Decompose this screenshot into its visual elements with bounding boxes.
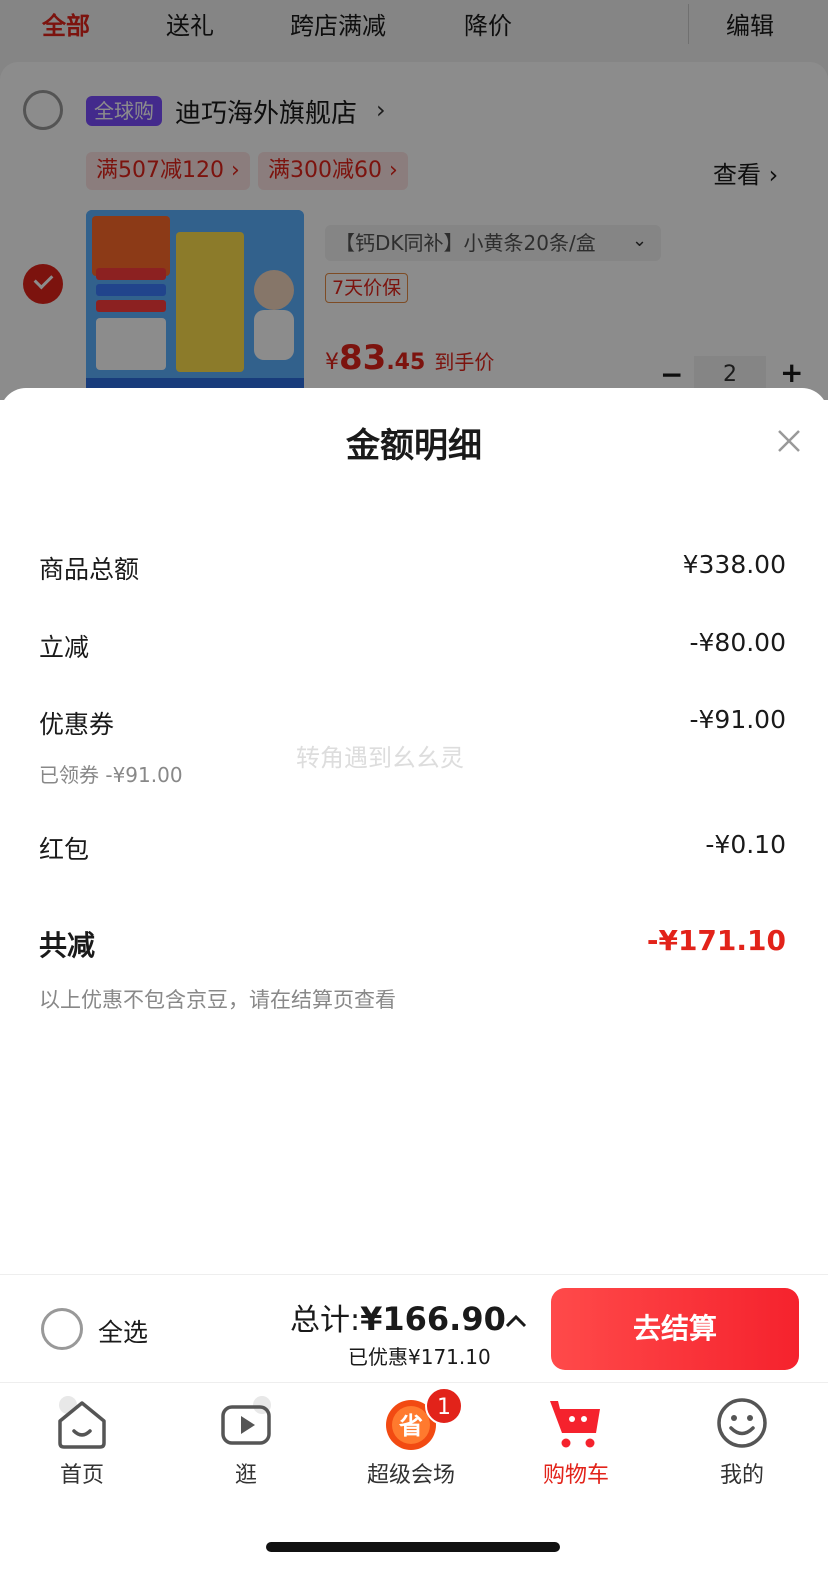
total-amount: ¥166.90 [360, 1300, 506, 1338]
tab-super-venue[interactable]: 省 1 超级会场 [341, 1387, 481, 1489]
total-discount-label: 共减 [39, 929, 96, 962]
tab-profile[interactable]: 我的 [672, 1395, 812, 1489]
coupon-note: 已领券 -¥91.00 [39, 763, 183, 787]
instant-discount-value: -¥80.00 [689, 628, 787, 657]
coupon-value: -¥91.00 [689, 705, 787, 734]
instant-discount-label: 立减 [39, 633, 90, 662]
home-icon [58, 1396, 106, 1449]
tab-cart[interactable]: 购物车 [506, 1395, 646, 1489]
subtotal-label: 商品总额 [39, 555, 140, 584]
chevron-up-icon[interactable] [503, 1311, 529, 1331]
home-indicator [266, 1542, 560, 1552]
select-all-radio[interactable] [41, 1308, 83, 1350]
coupon-label: 优惠券 [39, 710, 115, 739]
order-total: 总计:¥166.90 [290, 1295, 506, 1339]
red-packet-label: 红包 [39, 835, 90, 864]
tab-explore[interactable]: 逛 [176, 1395, 316, 1489]
dim-overlay[interactable] [0, 0, 828, 400]
video-icon [221, 1396, 271, 1445]
red-packet-value: -¥0.10 [705, 830, 786, 859]
watermark: 转角遇到幺幺灵 [296, 744, 464, 772]
profile-icon [717, 1398, 767, 1448]
tab-label: 逛 [234, 1463, 257, 1488]
subtotal-value: ¥338.00 [682, 550, 786, 579]
select-all-label[interactable]: 全选 [98, 1313, 148, 1349]
sheet-title: 金额明细 [346, 426, 482, 466]
checkout-bar: 全选 总计:¥166.90 已优惠¥171.10 去结算 [0, 1274, 828, 1382]
total-prefix: 总计: [290, 1303, 361, 1338]
tab-label: 超级会场 [366, 1463, 455, 1488]
amount-detail-sheet: 金额明细 商品总额 ¥338.00 立减 -¥80.00 优惠券 -¥91.00… [0, 388, 828, 1278]
svg-text:省: 省 [398, 1412, 423, 1440]
tab-label: 我的 [719, 1463, 764, 1488]
total-discount-value: -¥171.10 [646, 924, 786, 957]
notification-badge: 1 [425, 1387, 463, 1425]
checkout-button[interactable]: 去结算 [551, 1288, 799, 1370]
tab-label: 购物车 [542, 1463, 609, 1488]
saved-amount: 已优惠¥171.10 [348, 1345, 491, 1369]
discount-footnote: 以上优惠不包含京豆，请在结算页查看 [39, 988, 396, 1012]
cart-icon [550, 1401, 600, 1448]
close-icon[interactable] [772, 424, 806, 458]
tab-label: 首页 [59, 1463, 104, 1488]
tab-home[interactable]: 首页 [12, 1395, 152, 1489]
